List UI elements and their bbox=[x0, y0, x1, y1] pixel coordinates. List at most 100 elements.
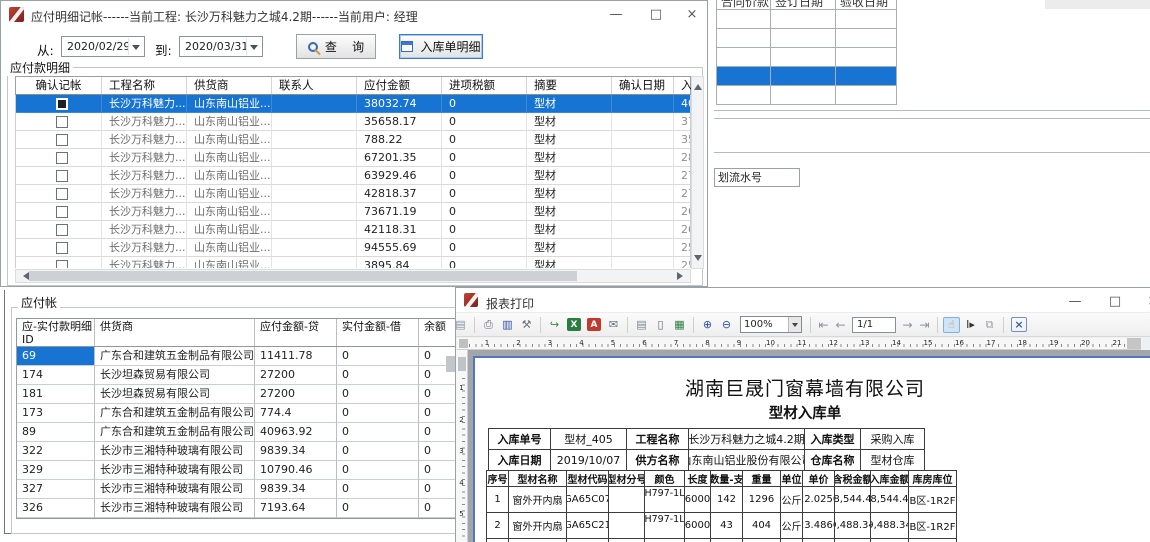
close-button[interactable]: × bbox=[677, 4, 707, 25]
payable-row[interactable]: 长沙万科魅力...山东南山铝业...35658.170型材376 bbox=[16, 113, 690, 131]
column-header[interactable]: 入库 bbox=[674, 77, 692, 94]
column-header[interactable]: 确认日期 bbox=[612, 77, 674, 94]
table-row[interactable] bbox=[717, 86, 897, 105]
scroll-up-icon[interactable] bbox=[694, 80, 702, 90]
last-page-icon[interactable]: ⇥ bbox=[917, 318, 932, 332]
payable-row[interactable]: 长沙万科魅力...山东南山铝业...38032.740型材405 bbox=[16, 95, 690, 113]
column-header[interactable]: 实付金额-借 bbox=[337, 319, 419, 346]
prev-page-icon[interactable]: ← bbox=[833, 318, 848, 332]
payables-row[interactable]: 181长沙坦森贸易有限公司2720000 bbox=[17, 385, 458, 404]
scroll-left-icon[interactable] bbox=[19, 272, 29, 280]
titlebar[interactable]: 应付明细记帐------当前工程: 长沙万科魅力之城4.2期------当前用户… bbox=[1, 1, 707, 28]
payables-row[interactable]: 69广东合和建筑五金制品有限公司11411.7800 bbox=[17, 347, 458, 366]
column-header[interactable]: 确认记帐 bbox=[16, 77, 102, 94]
dropdown-arrow-icon[interactable] bbox=[246, 38, 261, 55]
confirm-checkbox[interactable] bbox=[56, 98, 68, 110]
column-header[interactable]: 工程名称 bbox=[102, 77, 187, 94]
report-page[interactable]: 湖南巨晟门窗幕墙有限公司 型材入库单 入库单号型材_405工程名称长沙万科魅力之… bbox=[473, 356, 1150, 542]
to-date-select[interactable]: 2020/03/31 bbox=[179, 36, 263, 57]
from-label: 从: bbox=[37, 40, 54, 59]
payables-row[interactable]: 322长沙市三湘特种玻璃有限公司9839.3400 bbox=[17, 442, 458, 461]
maximize-button[interactable]: □ bbox=[641, 4, 671, 25]
text-select-icon[interactable]: I▸ bbox=[962, 317, 979, 333]
payable-row[interactable]: 长沙万科魅力...山东南山铝业...73671.190型材266 bbox=[16, 203, 690, 221]
query-button[interactable]: 查 询 bbox=[296, 34, 376, 59]
close-button[interactable]: × bbox=[1138, 291, 1150, 312]
column-header[interactable]: 进项税额 bbox=[442, 77, 527, 94]
first-page-icon[interactable]: ⇤ bbox=[816, 318, 831, 332]
table-row[interactable] bbox=[717, 48, 897, 67]
from-date-select[interactable]: 2020/02/29 bbox=[61, 36, 145, 57]
mail-icon[interactable]: ✉ bbox=[605, 317, 622, 333]
toggle-sidebar-icon[interactable]: ▤ bbox=[456, 317, 469, 333]
payables-row[interactable]: 173广东合和建筑五金制品有限公司774.400 bbox=[17, 404, 458, 423]
payables-row[interactable]: 174长沙坦森贸易有限公司2720000 bbox=[17, 366, 458, 385]
print-setup-icon[interactable]: ▤ bbox=[633, 317, 650, 333]
preview-area[interactable]: 湖南巨晟门窗幕墙有限公司 型材入库单 入库单号型材_405工程名称长沙万科魅力之… bbox=[468, 350, 1150, 542]
dropdown-arrow-icon[interactable] bbox=[788, 317, 801, 332]
tools-icon[interactable]: ⚒ bbox=[518, 317, 535, 333]
payable-row[interactable]: 长沙万科魅力...山东南山铝业...67201.350型材283 bbox=[16, 149, 690, 167]
column-header[interactable]: 余额 bbox=[419, 319, 459, 346]
confirm-checkbox[interactable] bbox=[56, 188, 68, 200]
column-header[interactable]: 摘要 bbox=[527, 77, 612, 94]
confirm-checkbox[interactable] bbox=[56, 206, 68, 218]
minimize-button[interactable]: — bbox=[601, 4, 631, 25]
excel-export-icon[interactable]: X bbox=[567, 318, 581, 331]
confirm-checkbox[interactable] bbox=[56, 224, 68, 236]
confirm-checkbox[interactable] bbox=[56, 134, 68, 146]
ruler-thumb[interactable] bbox=[458, 357, 466, 371]
column-header[interactable]: 应付金额-贷 bbox=[255, 319, 337, 346]
horizontal-scrollbar[interactable] bbox=[15, 269, 691, 283]
zoom-in-icon[interactable]: ⊕ bbox=[699, 317, 716, 333]
next-page-icon[interactable]: → bbox=[900, 318, 915, 332]
payable-row[interactable]: 长沙万科魅力...山东南山铝业...42118.310型材265 bbox=[16, 221, 690, 239]
page-number-input[interactable]: 1/1 bbox=[852, 317, 896, 333]
payables-row[interactable]: 89广东合和建筑五金制品有限公司40963.9200 bbox=[17, 423, 458, 442]
page-setup-icon[interactable]: ▯ bbox=[652, 317, 669, 333]
confirm-checkbox[interactable] bbox=[56, 116, 68, 128]
column-header[interactable]: 应付金额 bbox=[357, 77, 442, 94]
hand-tool-icon[interactable]: ☝ bbox=[943, 317, 960, 333]
dropdown-arrow-icon[interactable] bbox=[128, 38, 143, 55]
payables-row[interactable]: 326长沙市三湘特种玻璃有限公司7193.6400 bbox=[17, 499, 458, 518]
payable-row[interactable]: 长沙万科魅力...山东南山铝业...3895.840型材250 bbox=[16, 257, 690, 268]
confirm-checkbox[interactable] bbox=[56, 152, 68, 164]
maximize-button[interactable]: □ bbox=[1100, 291, 1130, 312]
column-header[interactable]: 应-实付款明细ID bbox=[17, 319, 95, 346]
confirm-checkbox[interactable] bbox=[56, 170, 68, 182]
titlebar[interactable]: 报表打印 — □ × bbox=[456, 288, 1150, 313]
zoom-select[interactable]: 100% bbox=[740, 316, 802, 333]
confirm-checkbox[interactable] bbox=[56, 260, 68, 269]
scrollbar-thumb[interactable] bbox=[29, 271, 577, 281]
table-row[interactable] bbox=[717, 29, 897, 48]
inbound-detail-button[interactable]: 入库单明细 bbox=[399, 34, 483, 59]
column-header[interactable]: 联系人 bbox=[272, 77, 357, 94]
confirm-checkbox[interactable] bbox=[56, 242, 68, 254]
payables-row[interactable]: 327长沙市三湘特种玻璃有限公司9839.3400 bbox=[17, 480, 458, 499]
copy-page-icon[interactable]: ⧉ bbox=[981, 317, 998, 333]
close-preview-icon[interactable]: × bbox=[1011, 317, 1027, 332]
pdf-export-icon[interactable]: A bbox=[587, 318, 601, 331]
scroll-right-icon[interactable] bbox=[677, 272, 687, 280]
book-icon[interactable]: ▥ bbox=[499, 317, 516, 333]
vertical-scrollbar[interactable] bbox=[691, 76, 704, 269]
payable-row[interactable]: 长沙万科魅力...山东南山铝业...94555.690型材251 bbox=[16, 239, 690, 257]
payables-row[interactable]: 329长沙市三湘特种玻璃有限公司10790.4600 bbox=[17, 461, 458, 480]
plan-serial-field[interactable]: 划流水号 bbox=[714, 168, 800, 187]
column-header[interactable]: 供货商 bbox=[95, 319, 255, 346]
data-grid-icon[interactable]: ▦ bbox=[671, 317, 688, 333]
payable-row[interactable]: 长沙万科魅力...山东南山铝业...63929.460型材276 bbox=[16, 167, 690, 185]
table-row[interactable] bbox=[717, 10, 897, 29]
table-row[interactable] bbox=[717, 67, 897, 86]
column-header: 型材分号 bbox=[609, 471, 645, 487]
print-icon[interactable]: ⎙ bbox=[480, 317, 497, 333]
ruler-number: 17 bbox=[985, 339, 997, 347]
payable-row[interactable]: 长沙万科魅力...山东南山铝业...788.220型材358 bbox=[16, 131, 690, 149]
zoom-out-icon[interactable]: ⊖ bbox=[718, 317, 735, 333]
payable-row[interactable]: 长沙万科魅力...山东南山铝业...42818.370型材275 bbox=[16, 185, 690, 203]
column-header[interactable]: 供货商 bbox=[187, 77, 272, 94]
minimize-button[interactable]: — bbox=[1060, 291, 1090, 312]
export-icon[interactable]: ↪ bbox=[546, 317, 563, 333]
scroll-down-icon[interactable] bbox=[694, 255, 702, 265]
